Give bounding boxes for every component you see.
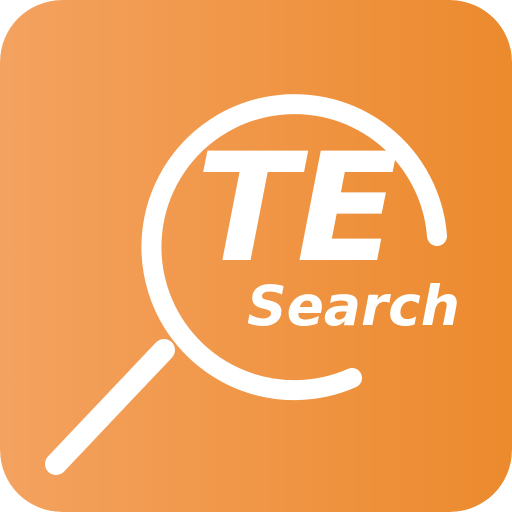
- app-icon[interactable]: TE Search: [0, 0, 512, 512]
- app-icon-background: [0, 0, 512, 512]
